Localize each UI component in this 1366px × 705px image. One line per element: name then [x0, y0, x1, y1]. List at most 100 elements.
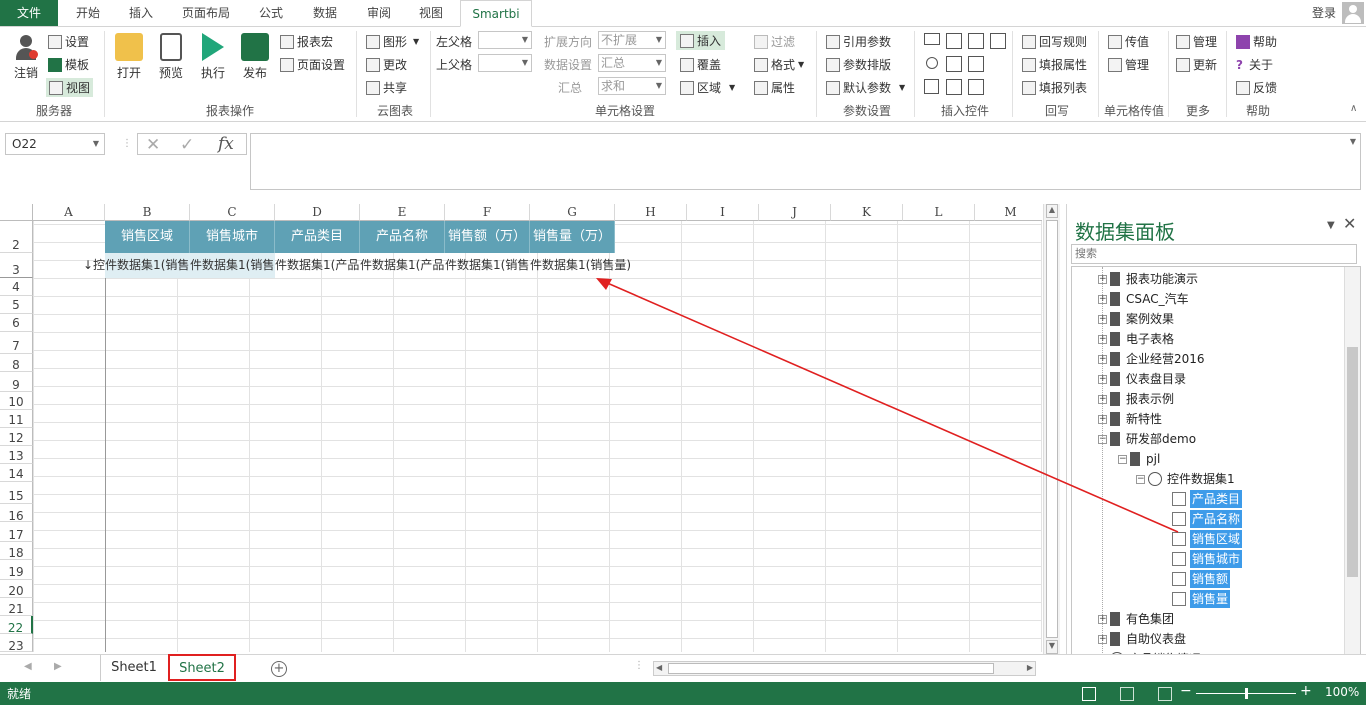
column-header-B[interactable]: B — [105, 204, 190, 221]
template-button[interactable]: 模板 — [48, 56, 89, 73]
default-param-button[interactable]: 默认参数 ▼ — [826, 79, 905, 96]
header-cell-category[interactable]: 产品类目 — [275, 221, 360, 253]
ref-param-button[interactable]: 引用参数 — [826, 33, 891, 50]
row-header[interactable]: 13 — [0, 446, 33, 464]
user-avatar-icon[interactable] — [1342, 2, 1364, 24]
prev-sheet-icon[interactable]: ◀ — [24, 661, 32, 672]
row-header[interactable]: 7 — [0, 332, 33, 354]
tab-review[interactable]: 审阅 — [356, 0, 402, 26]
column-header-H[interactable]: H — [615, 204, 687, 221]
data-cell-city[interactable]: 件数据集1(销售城 — [190, 253, 275, 278]
feedback-button[interactable]: 反馈 — [1236, 79, 1277, 96]
row-header[interactable]: 14 — [0, 464, 33, 482]
column-header-I[interactable]: I — [687, 204, 759, 221]
chart-button[interactable]: 图形 ▼ — [366, 33, 419, 50]
data-cell-quantity[interactable]: 件数据集1(销售量) — [530, 253, 640, 278]
filter-button[interactable]: 过滤 — [754, 33, 795, 50]
cancel-icon[interactable]: ✕ — [146, 135, 160, 155]
tab-file[interactable]: 文件 — [0, 0, 58, 26]
data-cell-sales[interactable]: 件数据集1(销售额 — [445, 253, 530, 278]
tree-field[interactable]: 销售区域 — [1172, 530, 1243, 548]
sheet-tab-sheet2[interactable]: Sheet2 — [168, 654, 236, 681]
tab-smartbi[interactable]: Smartbi — [460, 0, 532, 27]
next-sheet-icon[interactable]: ▶ — [54, 661, 62, 672]
textbox-icon[interactable] — [924, 33, 940, 45]
open-button[interactable]: 打开 — [110, 33, 148, 81]
tree-field[interactable]: 销售额 — [1172, 570, 1231, 588]
preview-button[interactable]: 预览 — [152, 33, 190, 81]
cover-button[interactable]: 覆盖 — [680, 56, 721, 73]
zoom-slider-thumb[interactable] — [1245, 688, 1248, 699]
horizontal-scroll-thumb[interactable] — [668, 663, 994, 674]
help-button[interactable]: 帮助 — [1236, 33, 1277, 50]
header-cell-region[interactable]: 销售区域 — [105, 221, 190, 253]
row-header[interactable]: 16 — [0, 504, 33, 523]
about-button[interactable]: ? 关于 — [1236, 56, 1273, 73]
scroll-left-icon[interactable]: ◀ — [656, 663, 662, 672]
summary-select[interactable]: 求和 ▼ — [598, 77, 666, 95]
column-header-J[interactable]: J — [759, 204, 831, 221]
header-cell-quantity[interactable]: 销售量（万） — [530, 221, 615, 253]
scroll-up-icon[interactable]: ▲ — [1046, 204, 1058, 218]
zoom-in-icon[interactable]: + — [1300, 683, 1312, 699]
column-header-G[interactable]: G — [530, 204, 615, 221]
fx-icon[interactable]: fx — [218, 134, 234, 154]
column-header-F[interactable]: F — [445, 204, 530, 221]
list-icon[interactable] — [946, 33, 962, 49]
row-header[interactable]: 23 — [0, 634, 33, 652]
zoom-out-icon[interactable]: − — [1180, 683, 1192, 699]
login-link[interactable]: 登录 — [1304, 0, 1344, 26]
tree-node[interactable]: + 自助仪表盘 — [1098, 630, 1186, 648]
zoom-level[interactable]: 100% — [1325, 685, 1359, 699]
tree-node-expanded[interactable]: − 研发部demo — [1098, 430, 1196, 448]
image-control-icon[interactable] — [968, 79, 984, 95]
tree-node[interactable]: + 案例效果 — [1098, 310, 1174, 328]
tree-node[interactable]: + 电子表格 — [1098, 330, 1174, 348]
execute-button[interactable]: 执行 — [194, 33, 232, 81]
row-header[interactable]: 8 — [0, 354, 33, 372]
tree-node[interactable]: + 新特性 — [1098, 410, 1162, 428]
header-cell-product[interactable]: 产品名称 — [360, 221, 445, 253]
pass-value-button[interactable]: 传值 — [1108, 33, 1149, 50]
row-header[interactable]: 12 — [0, 428, 33, 446]
row-header-selected[interactable]: 22 — [0, 616, 33, 635]
attribute-button[interactable]: 属性 — [754, 79, 795, 96]
row-header[interactable]: 5 — [0, 296, 33, 314]
param-layout-button[interactable]: 参数排版 — [826, 56, 891, 73]
column-header-E[interactable]: E — [360, 204, 445, 221]
tree-node-expanded[interactable]: − pjl — [1118, 450, 1160, 468]
up-parent-select[interactable]: ▼ — [478, 54, 532, 72]
format-button[interactable]: 格式 ▼ — [754, 56, 804, 73]
scroll-right-icon[interactable]: ▶ — [1027, 663, 1033, 672]
column-header-M[interactable]: M — [975, 204, 1042, 221]
row-header[interactable]: 15 — [0, 482, 33, 504]
tree-node[interactable]: + 仪表盘目录 — [1098, 370, 1186, 388]
horizontal-scrollbar[interactable]: ◀ ▶ — [653, 661, 1036, 676]
tab-formula[interactable]: 公式 — [248, 0, 294, 26]
row-header[interactable]: 4 — [0, 278, 33, 296]
scroll-down-icon[interactable]: ▼ — [1046, 640, 1058, 654]
row-header[interactable]: 9 — [0, 372, 33, 392]
panel-close-icon[interactable]: ✕ — [1343, 214, 1356, 233]
data-setting-select[interactable]: 汇总 ▼ — [598, 54, 666, 72]
data-cell-product[interactable]: 件数据集1(产品名 — [360, 253, 445, 278]
radio-icon[interactable] — [926, 57, 938, 69]
column-header-A[interactable]: A — [33, 204, 105, 221]
share-button[interactable]: 共享 — [366, 79, 407, 96]
tab-data[interactable]: 数据 — [302, 0, 348, 26]
expand-formula-icon[interactable]: ▼ — [1350, 137, 1356, 146]
tab-split-grip-icon[interactable]: ⋮ — [634, 660, 644, 671]
data-cell-region[interactable]: ↓控件数据集1(销售区 — [83, 253, 190, 278]
confirm-icon[interactable]: ✓ — [180, 135, 194, 155]
row-header[interactable]: 21 — [0, 598, 33, 616]
combo-icon[interactable] — [968, 33, 984, 49]
column-header-L[interactable]: L — [903, 204, 975, 221]
tab-page-layout[interactable]: 页面布局 — [170, 0, 242, 26]
normal-view-icon[interactable] — [1082, 687, 1096, 701]
row-header[interactable]: 18 — [0, 542, 33, 560]
change-button[interactable]: 更改 — [366, 56, 407, 73]
update-button[interactable]: 更新 — [1176, 56, 1217, 73]
calendar-icon[interactable] — [990, 33, 1006, 49]
row-header[interactable]: 19 — [0, 560, 33, 580]
panel-menu-icon[interactable]: ▼ — [1327, 220, 1335, 231]
